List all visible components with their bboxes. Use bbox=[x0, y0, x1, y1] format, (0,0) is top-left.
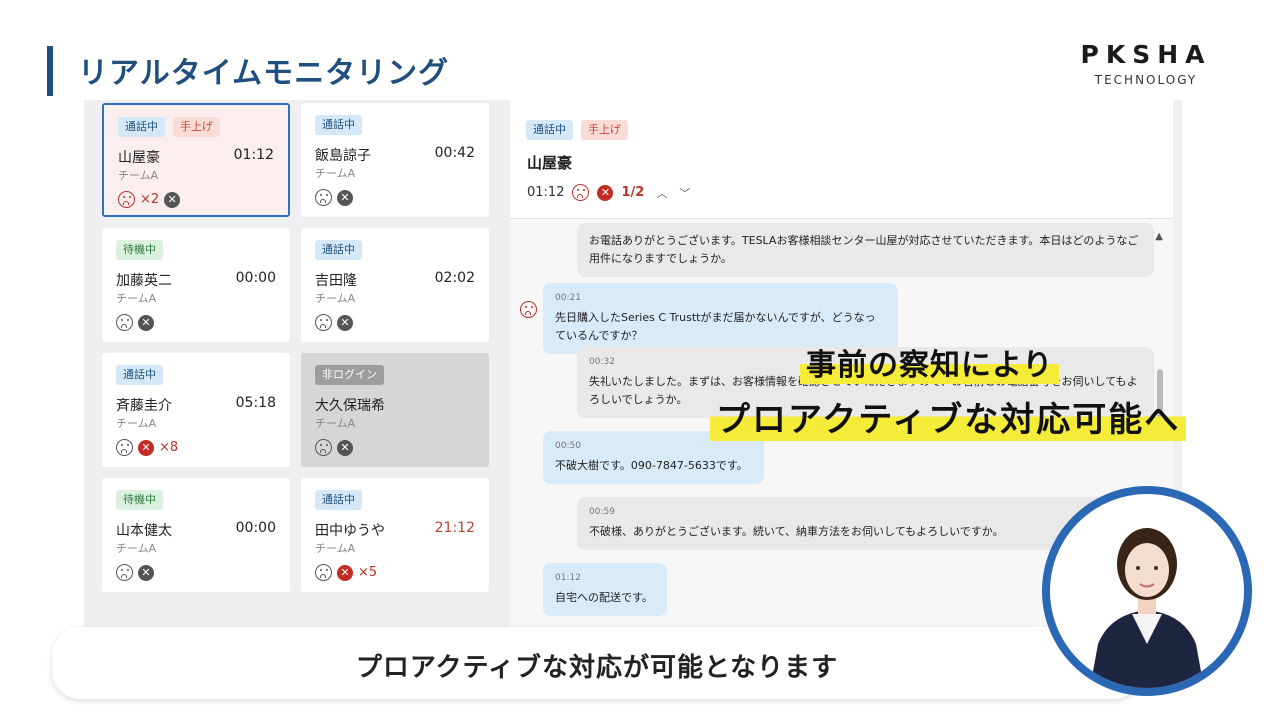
presenter-video bbox=[1050, 494, 1244, 688]
message-timestamp: 00:50 bbox=[555, 441, 581, 451]
agent-card[interactable]: 通話中 手上げ 山屋豪 01:12 チームA ×2 ✕ bbox=[102, 103, 290, 217]
status-badge: 待機中 bbox=[116, 490, 163, 510]
scroll-up-icon[interactable]: ▲ bbox=[1155, 231, 1163, 242]
status-badge: 通話中 bbox=[315, 490, 362, 510]
agent-name: 大久保瑞希 bbox=[315, 398, 385, 414]
call-duration: 00:42 bbox=[434, 145, 475, 161]
detail-meta-row: 01:12 ✕ 1/2 ︿ ﹀ bbox=[527, 184, 690, 201]
agent-card[interactable]: 非ログイン 大久保瑞希 チームA ✕ bbox=[301, 353, 489, 467]
agent-team: チームA bbox=[315, 167, 356, 180]
call-duration: 00:00 bbox=[235, 520, 276, 536]
agent-card[interactable]: 通話中 田中ゆうや 21:12 チームA ✕ ×5 bbox=[301, 478, 489, 592]
agent-name: 加藤英二 bbox=[116, 273, 172, 289]
customer-message: 01:12 自宅への配送です。 bbox=[543, 563, 667, 616]
agent-team: チームA bbox=[116, 417, 157, 430]
overlay-headline-1: 事前の察知により bbox=[800, 340, 1060, 384]
close-circle-icon[interactable]: ✕ bbox=[337, 189, 353, 206]
status-badge: 待機中 bbox=[116, 240, 163, 260]
sad-face-icon bbox=[315, 439, 332, 456]
agent-name: 田中ゆうや bbox=[315, 523, 385, 539]
alert-count: ×8 bbox=[159, 440, 179, 455]
status-badge: 非ログイン bbox=[315, 365, 384, 385]
agent-name: 斉藤圭介 bbox=[116, 398, 172, 414]
close-circle-icon[interactable]: ✕ bbox=[164, 191, 181, 208]
agent-team: チームA bbox=[116, 542, 157, 555]
call-duration: 01:12 bbox=[233, 147, 274, 163]
company-logo: PKSHA TECHNOLOGY bbox=[1076, 40, 1216, 87]
agent-card[interactable]: 待機中 山本健太 00:00 チームA ✕ bbox=[102, 478, 290, 592]
subtitle-box: プロアクティブな対応が可能となります bbox=[52, 627, 1142, 699]
sad-face-icon bbox=[520, 301, 537, 318]
message-text: 自宅への配送です。 bbox=[555, 591, 653, 604]
close-circle-icon[interactable]: ✕ bbox=[337, 314, 353, 331]
call-duration: 00:00 bbox=[235, 270, 276, 286]
status-badge: 通話中 bbox=[116, 365, 163, 385]
sad-face-icon bbox=[315, 564, 332, 581]
status-badge: 通話中 bbox=[315, 115, 362, 135]
alert-count: ×5 bbox=[358, 565, 378, 580]
agent-card[interactable]: 通話中 吉田隆 02:02 チームA ✕ bbox=[301, 228, 489, 342]
presenter-avatar bbox=[1042, 486, 1252, 696]
message-timestamp: 00:21 bbox=[555, 293, 581, 303]
agent-name: 飯島諒子 bbox=[315, 148, 371, 164]
title-accent-bar bbox=[47, 46, 53, 96]
chevron-down-icon[interactable]: ﹀ bbox=[679, 185, 690, 201]
message-timestamp: 00:59 bbox=[589, 507, 615, 517]
call-duration: 05:18 bbox=[235, 395, 276, 411]
call-duration: 02:02 bbox=[434, 270, 475, 286]
sad-face-icon bbox=[118, 191, 135, 208]
detail-agent-name: 山屋豪 bbox=[527, 154, 573, 172]
sad-face-icon bbox=[315, 314, 332, 331]
status-badge: 通話中 bbox=[118, 117, 165, 137]
message-text: お電話ありがとうございます。TESLAお客様相談センター山屋が対応させていただき… bbox=[589, 234, 1139, 265]
sad-face-icon bbox=[116, 564, 133, 581]
agent-card[interactable]: 通話中 飯島諒子 00:42 チームA ✕ bbox=[301, 103, 489, 217]
page-title: リアルタイムモニタリング bbox=[78, 56, 450, 91]
chevron-up-icon[interactable]: ︿ bbox=[656, 185, 667, 201]
subtitle-text: プロアクティブな対応が可能となります bbox=[355, 653, 839, 683]
agent-team: チームA bbox=[116, 292, 157, 305]
agent-team: チームA bbox=[118, 169, 159, 182]
close-circle-icon[interactable]: ✕ bbox=[138, 314, 154, 331]
agent-team: チームA bbox=[315, 417, 356, 430]
agent-card[interactable]: 通話中 斉藤圭介 05:18 チームA ✕ ×8 bbox=[102, 353, 290, 467]
logo-sub-text: TECHNOLOGY bbox=[1094, 73, 1198, 87]
close-circle-icon[interactable]: ✕ bbox=[597, 184, 614, 201]
sad-face-icon bbox=[116, 314, 133, 331]
close-circle-icon[interactable]: ✕ bbox=[138, 439, 154, 456]
close-circle-icon[interactable]: ✕ bbox=[337, 439, 353, 456]
detail-status-badge: 通話中 bbox=[526, 120, 573, 140]
status-badge: 通話中 bbox=[315, 240, 362, 260]
agent-name: 山屋豪 bbox=[118, 150, 160, 166]
detail-raise-hand-badge: 手上げ bbox=[581, 120, 628, 140]
message-text: 不破大樹です。090-7847-5633です。 bbox=[555, 459, 748, 472]
agent-team: チームA bbox=[315, 542, 356, 555]
message-timestamp: 01:12 bbox=[555, 573, 581, 583]
presenter-illustration bbox=[1090, 528, 1204, 688]
operator-message: お電話ありがとうございます。TESLAお客様相談センター山屋が対応させていただき… bbox=[577, 223, 1154, 277]
sad-face-icon bbox=[572, 184, 590, 201]
call-duration: 21:12 bbox=[434, 520, 475, 536]
agent-card[interactable]: 待機中 加藤英二 00:00 チームA ✕ bbox=[102, 228, 290, 342]
logo-main-text: PKSHA bbox=[1080, 40, 1212, 69]
detail-call-duration: 01:12 bbox=[527, 185, 565, 200]
close-circle-icon[interactable]: ✕ bbox=[138, 564, 154, 581]
agent-name: 山本健太 bbox=[116, 523, 172, 539]
raise-hand-badge: 手上げ bbox=[173, 117, 220, 137]
agent-team: チームA bbox=[315, 292, 356, 305]
alert-count: ×2 bbox=[140, 192, 160, 207]
sad-face-icon bbox=[315, 189, 332, 206]
overlay-headline-2: プロアクティブな対応可能へ bbox=[710, 392, 1187, 441]
close-circle-icon[interactable]: ✕ bbox=[337, 564, 353, 581]
sad-face-icon bbox=[116, 439, 133, 456]
alert-index: 1/2 bbox=[621, 185, 645, 200]
agent-name: 吉田隆 bbox=[315, 273, 357, 289]
